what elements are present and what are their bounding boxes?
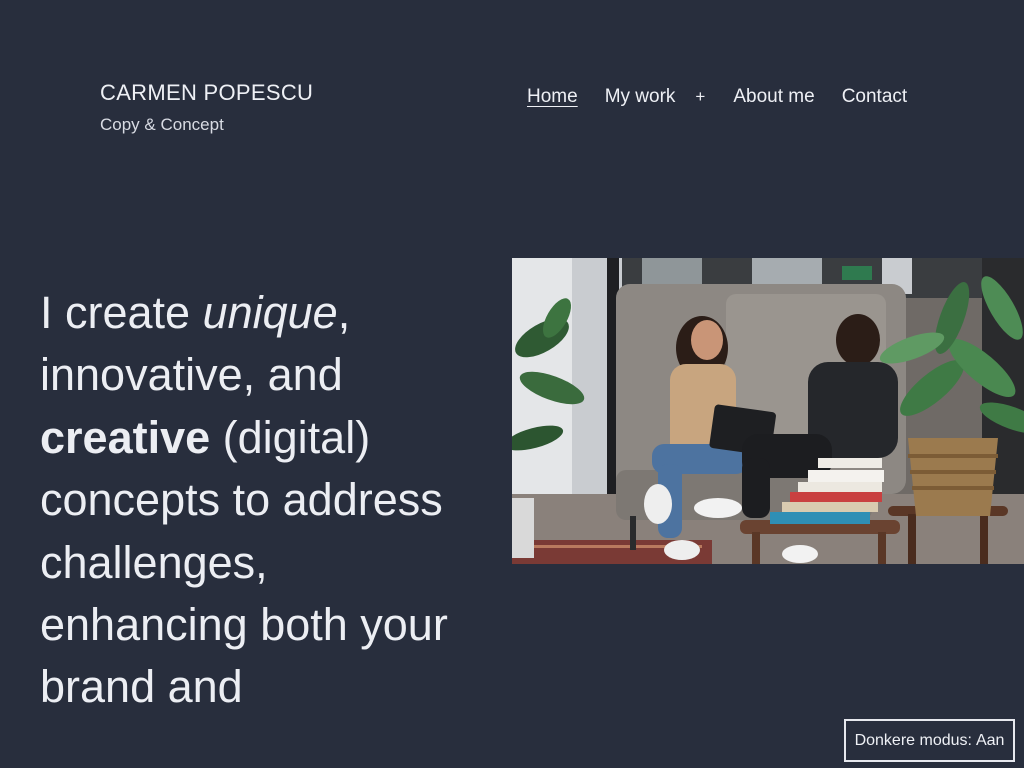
hero-heading: I create unique, innovative, and creativ… [40,282,460,719]
hero-image [512,258,1024,564]
submenu-expand-icon[interactable]: + [695,87,705,107]
hero-text-unique: unique [202,287,338,338]
dark-mode-state: Aan [975,731,1005,749]
dark-mode-label: Donkere modus: [854,731,972,749]
site-tagline: Copy & Concept [100,115,224,134]
nav-item-about-me[interactable]: About me [733,86,814,108]
hero-text-1: I create [40,287,203,338]
page: CARMEN POPESCU Copy & Concept Home My wo… [0,0,1024,768]
main-nav: Home My work + About me Contact [527,86,907,108]
nav-item-contact[interactable]: Contact [842,86,907,108]
hero-text-creative: creative [40,411,211,463]
dark-mode-toggle[interactable]: Donkere modus: Aan [844,719,1015,762]
nav-item-my-work[interactable]: My work [605,86,676,108]
site-title[interactable]: CARMEN POPESCU [100,80,313,106]
nav-item-home[interactable]: Home [527,86,578,108]
hero-photo-illustration [512,258,1024,564]
